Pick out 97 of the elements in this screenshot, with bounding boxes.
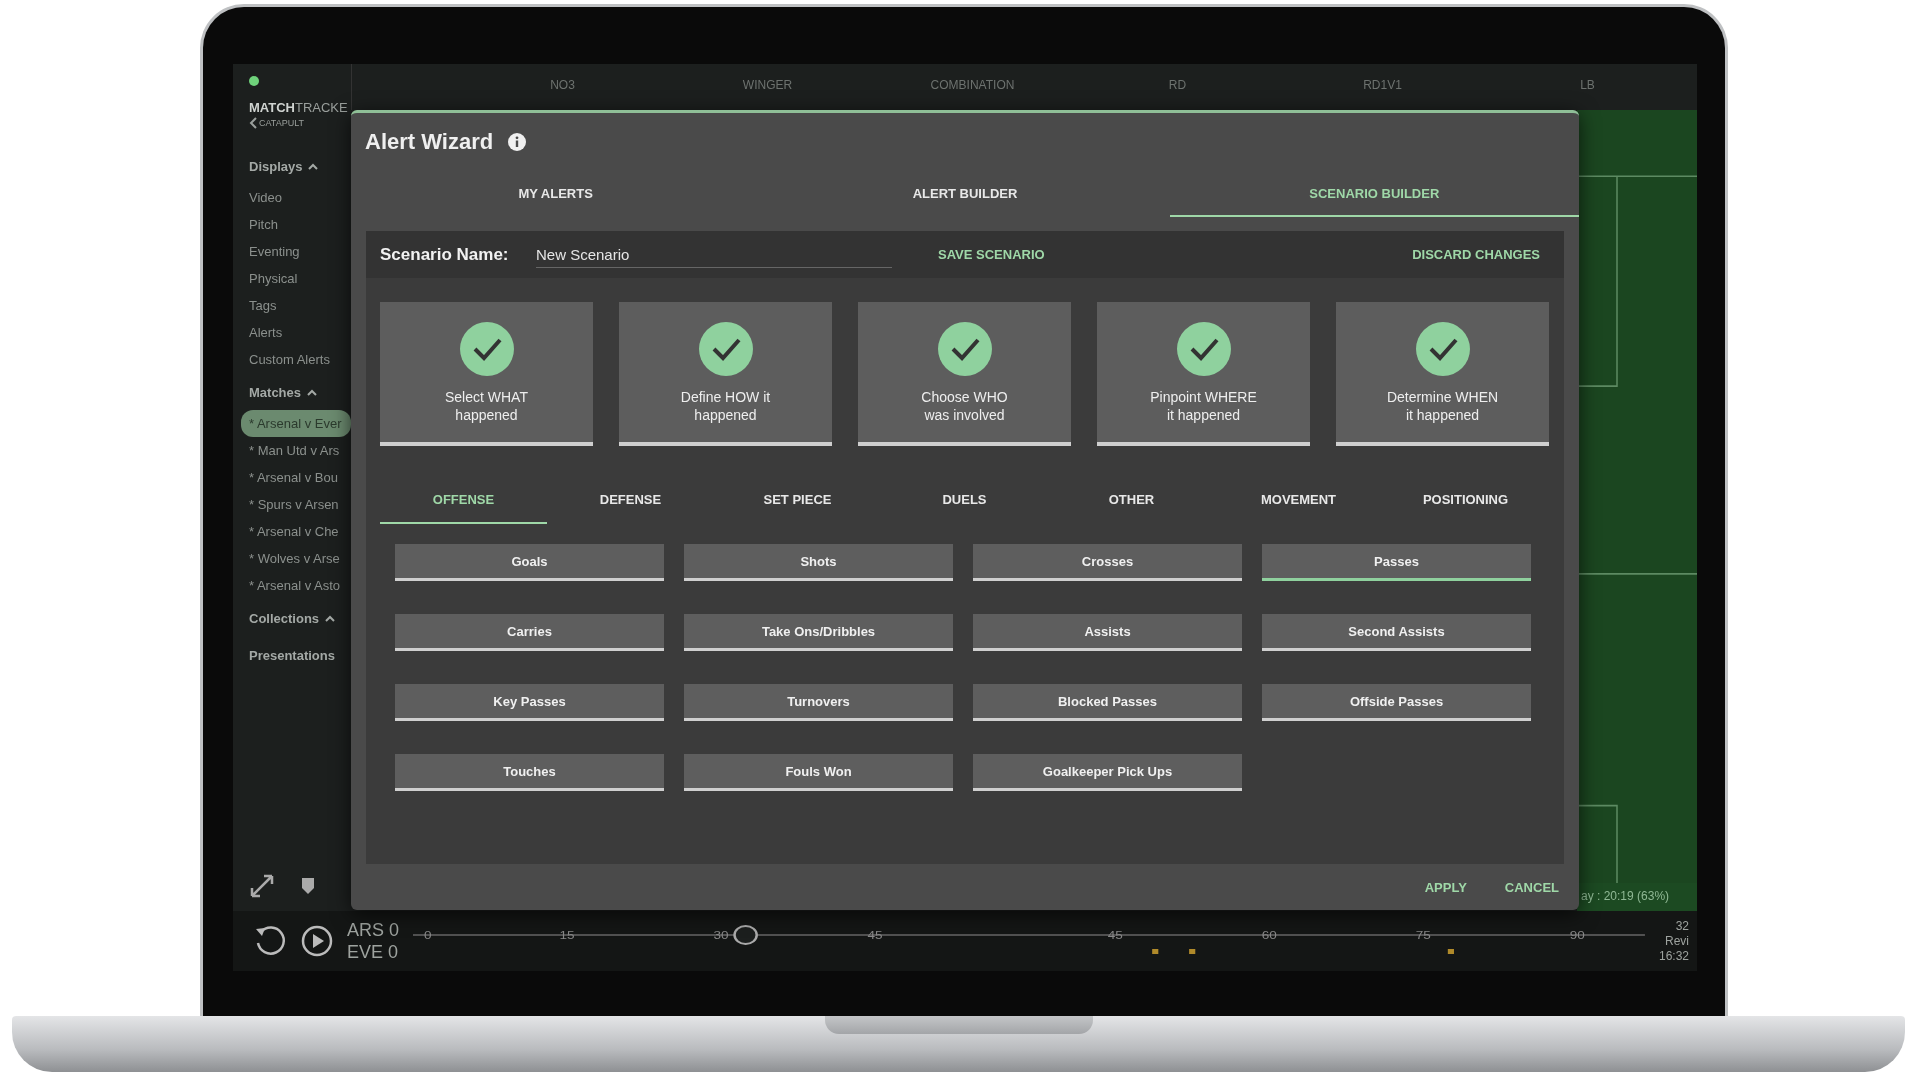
event-button[interactable]: Second Assists bbox=[1262, 614, 1531, 651]
caret-icon[interactable] bbox=[307, 389, 318, 396]
caret-icon[interactable] bbox=[308, 163, 319, 170]
category-tab[interactable]: DUELS bbox=[881, 476, 1048, 524]
event-button[interactable]: Blocked Passes bbox=[973, 684, 1242, 721]
replay-icon[interactable] bbox=[253, 924, 287, 958]
footer-button[interactable]: CANCEL bbox=[1498, 878, 1565, 896]
event-button[interactable]: Fouls Won bbox=[684, 754, 953, 791]
team-score: ARS 0 bbox=[347, 919, 400, 941]
step-label: Determine WHEN it happened bbox=[1386, 388, 1499, 424]
category-tab[interactable]: SET PIECE bbox=[714, 476, 881, 524]
chevron-logo-icon bbox=[249, 117, 257, 129]
step-label: Define HOW it happened bbox=[680, 388, 771, 424]
sidebar-item[interactable]: Physical bbox=[249, 265, 351, 292]
tick-label: 90 bbox=[1569, 929, 1585, 942]
event-button[interactable]: Offside Passes bbox=[1262, 684, 1531, 721]
sidebar-item[interactable]: * Arsenal v Bou bbox=[249, 464, 351, 491]
column-label[interactable]: RD bbox=[1075, 78, 1280, 110]
sidebar-item[interactable]: * Arsenal v Ever bbox=[241, 410, 351, 437]
category-tab[interactable]: MOVEMENT bbox=[1215, 476, 1382, 524]
category-tab[interactable]: DEFENSE bbox=[547, 476, 714, 524]
app-logo: MATCHTRACKE bbox=[249, 100, 349, 115]
slider-thumb[interactable] bbox=[733, 924, 758, 946]
footer-button[interactable]: APPLY bbox=[1418, 878, 1473, 896]
event-button[interactable]: Key Passes bbox=[395, 684, 664, 721]
sidebar-item[interactable]: Custom Alerts bbox=[249, 346, 351, 373]
sidebar-item[interactable]: Alerts bbox=[249, 319, 351, 346]
step-card[interactable]: Choose WHO was involved bbox=[858, 302, 1071, 446]
column-label[interactable]: WINGER bbox=[665, 78, 870, 110]
shield-icon[interactable] bbox=[301, 877, 315, 895]
info-icon[interactable] bbox=[507, 132, 528, 152]
status-dot bbox=[249, 76, 259, 86]
tick-label: 30 bbox=[713, 929, 729, 942]
section-title[interactable]: Matches bbox=[249, 385, 302, 400]
caret-icon[interactable] bbox=[325, 615, 336, 622]
column-label[interactable]: RD1V1 bbox=[1280, 78, 1485, 110]
sidebar-item[interactable]: * Wolves v Arse bbox=[249, 545, 351, 572]
match-info: 32 bbox=[1675, 918, 1689, 934]
event-button[interactable]: Goals bbox=[395, 544, 664, 581]
step-card[interactable]: Determine WHEN it happened bbox=[1336, 302, 1549, 446]
event-button[interactable]: Passes bbox=[1262, 544, 1531, 581]
dialog-title: Alert Wizard bbox=[365, 129, 494, 155]
category-tab[interactable]: OTHER bbox=[1048, 476, 1215, 524]
event-marker bbox=[1189, 949, 1196, 954]
step-label: Select WHAT happened bbox=[445, 388, 528, 424]
step-card[interactable]: Select WHAT happened bbox=[380, 302, 593, 446]
event-marker bbox=[1152, 949, 1159, 954]
sidebar-item[interactable]: * Arsenal v Che bbox=[249, 518, 351, 545]
tick-label: 0 bbox=[424, 929, 432, 942]
action-link[interactable]: DISCARD CHANGES bbox=[1406, 246, 1546, 263]
section-title[interactable]: Presentations bbox=[249, 648, 335, 663]
play-icon[interactable] bbox=[301, 925, 333, 957]
company-logo: CATAPULT bbox=[259, 118, 304, 128]
event-button[interactable]: Crosses bbox=[973, 544, 1242, 581]
step-label: Choose WHO was involved bbox=[921, 388, 1008, 424]
event-button[interactable]: Touches bbox=[395, 754, 664, 791]
tick-label: 15 bbox=[559, 929, 575, 942]
action-link[interactable]: SAVE SCENARIO bbox=[932, 246, 1051, 263]
event-marker bbox=[1447, 949, 1454, 954]
section-title[interactable]: Collections bbox=[249, 611, 320, 626]
sidebar-item[interactable]: Tags bbox=[249, 292, 351, 319]
sidebar-item[interactable]: * Arsenal v Asto bbox=[249, 572, 351, 599]
expand-icon[interactable] bbox=[249, 873, 275, 899]
event-button[interactable]: Turnovers bbox=[684, 684, 953, 721]
sidebar-item[interactable]: Video bbox=[249, 184, 351, 211]
tick-label: 75 bbox=[1415, 929, 1431, 942]
column-label[interactable]: NO3 bbox=[460, 78, 665, 110]
event-button[interactable]: Assists bbox=[973, 614, 1242, 651]
step-card[interactable]: Pinpoint WHERE it happened bbox=[1097, 302, 1310, 446]
field-label: Scenario Name: bbox=[380, 244, 510, 265]
sidebar-item[interactable]: Eventing bbox=[249, 238, 351, 265]
category-tab[interactable]: POSITIONING bbox=[1382, 476, 1549, 524]
dialog-tab[interactable]: SCENARIO BUILDER bbox=[1169, 171, 1579, 217]
dialog-tab[interactable]: ALERT BUILDER bbox=[760, 171, 1170, 217]
step-label: Pinpoint WHERE it happened bbox=[1150, 388, 1257, 424]
match-info: Revi bbox=[1665, 933, 1689, 949]
event-button[interactable]: Shots bbox=[684, 544, 953, 581]
playback-caption: ay : 20:19 (63%) bbox=[1577, 883, 1697, 911]
section-title[interactable]: Displays bbox=[249, 159, 303, 174]
column-label[interactable]: LB bbox=[1485, 78, 1690, 110]
event-button[interactable]: Carries bbox=[395, 614, 664, 651]
column-label[interactable]: COMBINATION bbox=[870, 78, 1075, 110]
sidebar-item[interactable]: * Spurs v Arsen bbox=[249, 491, 351, 518]
sidebar-item[interactable]: * Man Utd v Ars bbox=[249, 437, 351, 464]
event-button[interactable]: Take Ons/Dribbles bbox=[684, 614, 953, 651]
sidebar-item[interactable]: Pitch bbox=[249, 211, 351, 238]
team-score: EVE 0 bbox=[347, 941, 400, 963]
step-card[interactable]: Define HOW it happened bbox=[619, 302, 832, 446]
tick-label: 60 bbox=[1261, 929, 1277, 942]
category-tab[interactable]: OFFENSE bbox=[380, 476, 547, 524]
tick-label: 45 bbox=[867, 929, 883, 942]
scenario-name-field[interactable]: New Scenario bbox=[536, 241, 892, 268]
tick-label: 45 bbox=[1107, 929, 1123, 942]
event-button[interactable]: Goalkeeper Pick Ups bbox=[973, 754, 1242, 791]
dialog-tab[interactable]: MY ALERTS bbox=[351, 171, 761, 217]
timeline-slider[interactable]: 0 15 30 45 45 60 75 90 bbox=[413, 921, 1645, 961]
match-info: 16:32 bbox=[1658, 948, 1689, 964]
